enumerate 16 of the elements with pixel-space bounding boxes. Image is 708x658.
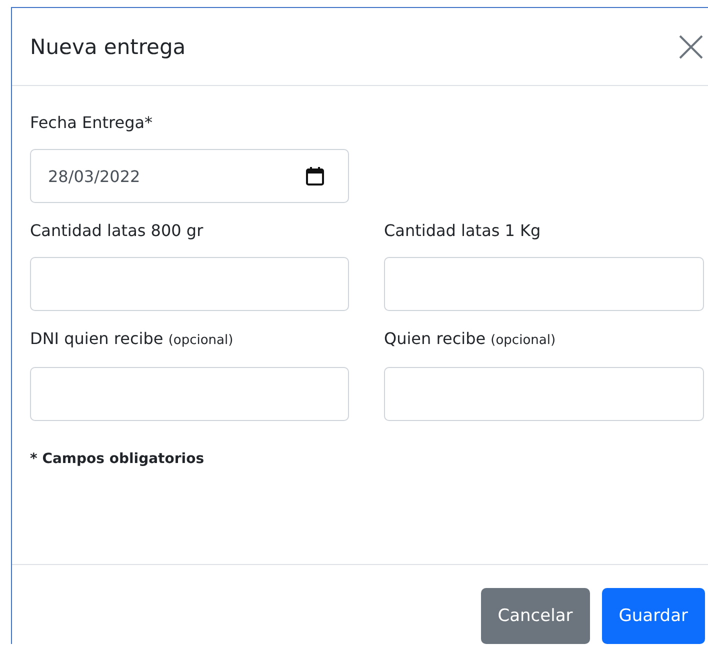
date-field[interactable]: 28/03/2022 (30, 149, 349, 203)
field-label: Fecha Entrega* (30, 112, 154, 134)
field-label: Cantidad latas 800 gr (30, 220, 204, 242)
calendar-icon[interactable] (305, 166, 325, 186)
required-note: * Campos obligatorios (30, 451, 206, 467)
close-button[interactable] (678, 34, 704, 60)
input-field[interactable] (30, 257, 349, 311)
input-field[interactable] (384, 367, 704, 421)
input-field[interactable] (30, 367, 349, 421)
modal-title: Nueva entrega (30, 34, 186, 58)
field-label: DNI quien recibe (opcional) (30, 328, 234, 350)
field-label: Cantidad latas 1 Kg (384, 220, 542, 242)
field-label: Quien recibe (opcional) (384, 328, 557, 350)
cancel-button[interactable]: Cancelar (480, 588, 590, 644)
save-button[interactable]: Guardar (602, 588, 705, 644)
input-field[interactable] (384, 257, 704, 311)
